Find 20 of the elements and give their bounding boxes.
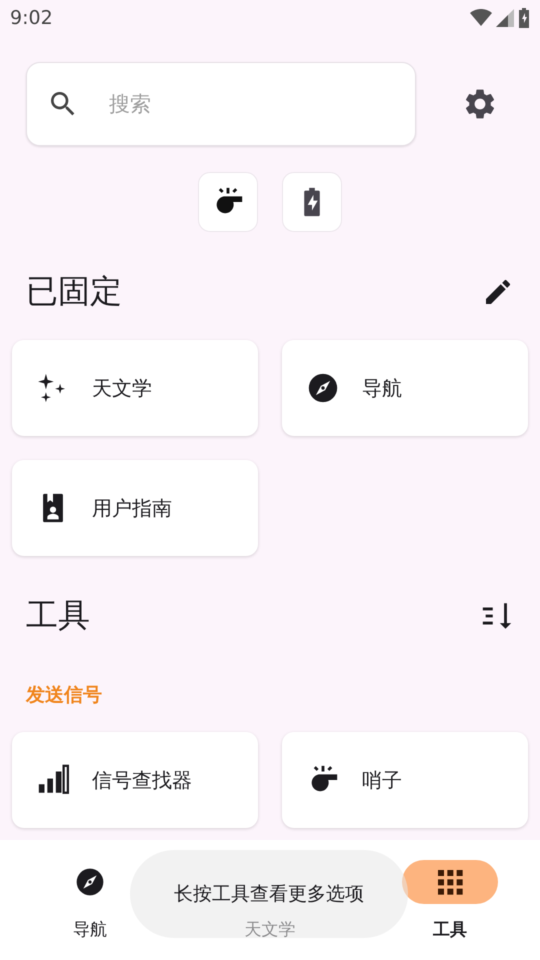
tool-card[interactable]: 信号查找器 <box>12 732 258 828</box>
nav-tab[interactable]: 工具 <box>433 918 467 941</box>
tool-card[interactable]: 用户指南 <box>12 460 258 556</box>
signal-bars-icon <box>36 763 70 797</box>
search-input[interactable]: 搜索 <box>107 91 371 117</box>
section-title: 已固定 <box>26 271 122 312</box>
quick-action-button[interactable] <box>282 172 342 232</box>
section-title: 工具 <box>26 595 90 636</box>
battery-charging-icon <box>518 8 530 28</box>
group-heading: 发送信号 <box>24 683 103 708</box>
wifi-icon <box>470 9 492 27</box>
nav-tab[interactable]: 导航 <box>73 918 107 941</box>
tool-card[interactable]: 哨子 <box>282 732 528 828</box>
cell-signal-icon <box>496 9 514 27</box>
tool-card[interactable]: 天文学 <box>12 340 258 436</box>
tool-card[interactable]: 导航 <box>282 340 528 436</box>
status-time: 9:02 <box>10 7 53 29</box>
compass-icon <box>306 371 340 405</box>
compass-icon[interactable] <box>74 866 106 898</box>
quick-action-button[interactable] <box>198 172 258 232</box>
